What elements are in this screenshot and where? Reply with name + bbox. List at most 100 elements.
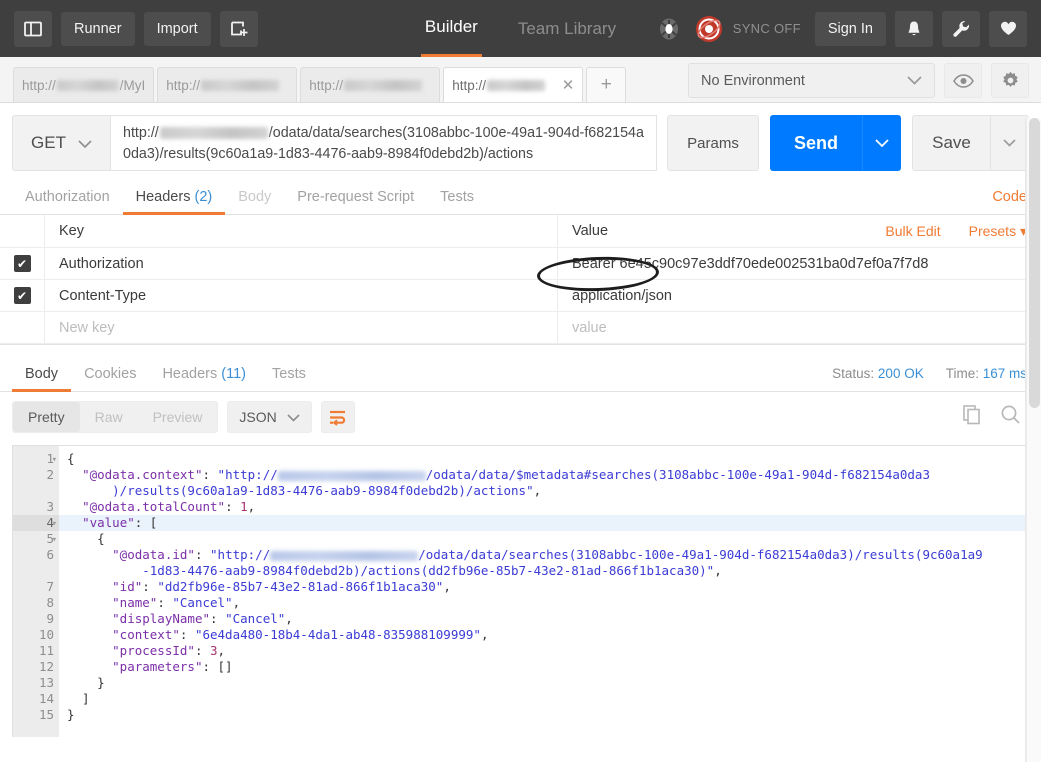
runner-button[interactable]: Runner xyxy=(61,11,135,46)
row-checkbox[interactable]: ✔ xyxy=(13,255,31,272)
response-tabs: Body Cookies Headers (11) Tests Status: … xyxy=(0,354,1041,392)
request-tab-suffix: /MyI xyxy=(119,77,146,93)
url-input[interactable]: http:// /odata/data/searches(3108abbc-100… xyxy=(110,115,657,171)
line-number: 1 ▾ xyxy=(46,451,57,468)
word-wrap-icon[interactable] xyxy=(320,401,355,433)
method-select[interactable]: GET xyxy=(12,115,110,171)
sync-status[interactable]: SYNC OFF xyxy=(692,12,801,46)
vertical-scrollbar[interactable] xyxy=(1026,118,1041,762)
view-mode-raw[interactable]: Raw xyxy=(80,402,138,432)
code-line: )/results(9c60a1a9-1d83-4476-aab9-8984f0… xyxy=(67,483,542,498)
bug-icon[interactable] xyxy=(652,12,686,46)
tab-tests[interactable]: Tests xyxy=(427,189,487,214)
tab-response-headers-count: (11) xyxy=(221,366,247,382)
code-line: "@odata.totalCount": 1, xyxy=(82,499,256,514)
tab-response-headers[interactable]: Headers (11) xyxy=(149,366,259,391)
code-line: } xyxy=(67,675,105,690)
tab-pre-request-script[interactable]: Pre-request Script xyxy=(284,189,427,214)
table-row-new: New key value xyxy=(0,312,1041,344)
redacted-host xyxy=(201,79,280,91)
tab-response-cookies[interactable]: Cookies xyxy=(71,366,149,391)
table-header-row: Key Value Bulk Edit Presets ▾ xyxy=(0,215,1041,248)
header-value-cell[interactable]: Bearer 6e45c90c97e3ddf70ede002531ba0d7ef… xyxy=(558,248,1041,279)
heart-icon[interactable] xyxy=(989,10,1027,47)
tab-builder[interactable]: Builder xyxy=(420,0,482,57)
response-meta: Status: 200 OK Time: 167 ms xyxy=(832,366,1041,391)
chevron-down-icon xyxy=(907,73,922,89)
send-options-chevron-down-icon[interactable] xyxy=(862,115,901,171)
redacted-host xyxy=(270,550,419,561)
add-tab-button[interactable]: + xyxy=(586,67,627,102)
new-value-input[interactable]: value xyxy=(558,312,1041,343)
tab-headers-label: Headers xyxy=(135,189,191,205)
redacted-host xyxy=(159,127,268,140)
code-content[interactable]: { "@odata.context": "http:///odata/data/… xyxy=(59,446,1028,737)
tab-response-body[interactable]: Body xyxy=(12,366,72,392)
save-options-chevron-down-icon[interactable] xyxy=(990,115,1029,171)
headers-table: Key Value Bulk Edit Presets ▾ ✔ Authoriz… xyxy=(0,215,1041,345)
send-button[interactable]: Send xyxy=(770,115,862,171)
view-mode-preview[interactable]: Preview xyxy=(138,402,218,432)
table-row: ✔ Content-Type application/json xyxy=(0,280,1041,312)
save-button[interactable]: Save xyxy=(912,115,990,171)
search-icon[interactable] xyxy=(1000,404,1021,430)
line-number: 9 xyxy=(46,611,54,626)
status-badge: Status: 200 OK xyxy=(832,366,924,381)
import-button[interactable]: Import xyxy=(143,11,211,46)
new-window-plus-icon[interactable] xyxy=(219,10,258,47)
response-body-code[interactable]: 1 ▾ 2 3 4 ▾ 5 ▾ 6 7 8 9 10 11 12 13 14 15 { "@odata.conte… xyxy=(12,445,1029,737)
format-select[interactable]: JSON xyxy=(227,401,312,433)
request-tab-active[interactable]: http:// ✕ xyxy=(443,67,584,102)
redacted-host xyxy=(487,79,546,91)
code-line: "parameters": [] xyxy=(112,659,233,674)
eye-icon[interactable] xyxy=(944,63,982,98)
fold-toggle-icon[interactable]: ▾ xyxy=(52,516,57,532)
tab-team-library[interactable]: Team Library xyxy=(514,0,620,57)
request-url-row: GET http:// /odata/data/searches(3108abbc… xyxy=(0,103,1041,294)
code-line: { xyxy=(67,451,75,466)
header-value-cell[interactable]: application/json xyxy=(558,280,1041,311)
new-key-input[interactable]: New key xyxy=(45,312,558,343)
scrollbar-thumb[interactable] xyxy=(1029,118,1040,408)
code-line: } xyxy=(67,707,75,722)
line-number: 2 xyxy=(46,467,54,482)
fold-toggle-icon[interactable]: ▾ xyxy=(52,532,57,548)
code-line: "id": "dd2fb96e-85b7-43e2-81ad-866f1b1ac… xyxy=(112,579,451,594)
environment-select[interactable]: No Environment xyxy=(688,63,935,98)
request-tab-prefix: http:// xyxy=(452,77,487,93)
table-row: ✔ Authorization Bearer 6e45c90c97e3ddf70… xyxy=(0,248,1041,280)
header-key-cell[interactable]: Authorization xyxy=(45,248,558,279)
tab-response-tests[interactable]: Tests xyxy=(259,366,319,391)
header-key-cell[interactable]: Content-Type xyxy=(45,280,558,311)
tab-authorization[interactable]: Authorization xyxy=(12,189,123,214)
gear-icon[interactable] xyxy=(991,63,1029,98)
sign-in-button[interactable]: Sign In xyxy=(814,11,886,46)
request-tab-bar: http:///MyI http:// http:// http:// ✕ + … xyxy=(0,57,1041,103)
tab-headers[interactable]: Headers (2) xyxy=(122,189,226,215)
tab-body[interactable]: Body xyxy=(225,189,284,214)
url-prefix: http:// xyxy=(123,125,159,141)
close-icon[interactable]: ✕ xyxy=(556,76,575,94)
request-tab[interactable]: http:// xyxy=(157,67,298,102)
sync-status-icon xyxy=(695,15,722,42)
row-checkbox[interactable]: ✔ xyxy=(13,287,31,304)
bell-icon[interactable] xyxy=(895,10,933,47)
row-checkbox-cell xyxy=(0,312,45,343)
time-value: 167 ms xyxy=(982,366,1027,381)
request-tab-prefix: http:// xyxy=(309,77,344,93)
wrench-icon[interactable] xyxy=(942,10,980,47)
view-mode-pretty[interactable]: Pretty xyxy=(13,402,80,432)
response-actions xyxy=(962,404,1029,430)
presets-button[interactable]: Presets ▾ xyxy=(969,223,1027,240)
copy-icon[interactable] xyxy=(962,404,983,430)
request-tab-prefix: http:// xyxy=(166,77,201,93)
request-tab[interactable]: http:// xyxy=(300,67,441,102)
sync-label: SYNC OFF xyxy=(732,21,801,36)
sidebar-panel-icon[interactable] xyxy=(14,10,52,47)
bulk-edit-button[interactable]: Bulk Edit xyxy=(885,223,940,239)
line-number: 10 xyxy=(38,627,54,642)
line-number: 4 ▾ xyxy=(13,515,59,531)
fold-toggle-icon[interactable]: ▾ xyxy=(52,452,57,468)
params-button[interactable]: Params xyxy=(667,115,759,171)
request-tab[interactable]: http:// /MyI xyxy=(13,67,155,102)
